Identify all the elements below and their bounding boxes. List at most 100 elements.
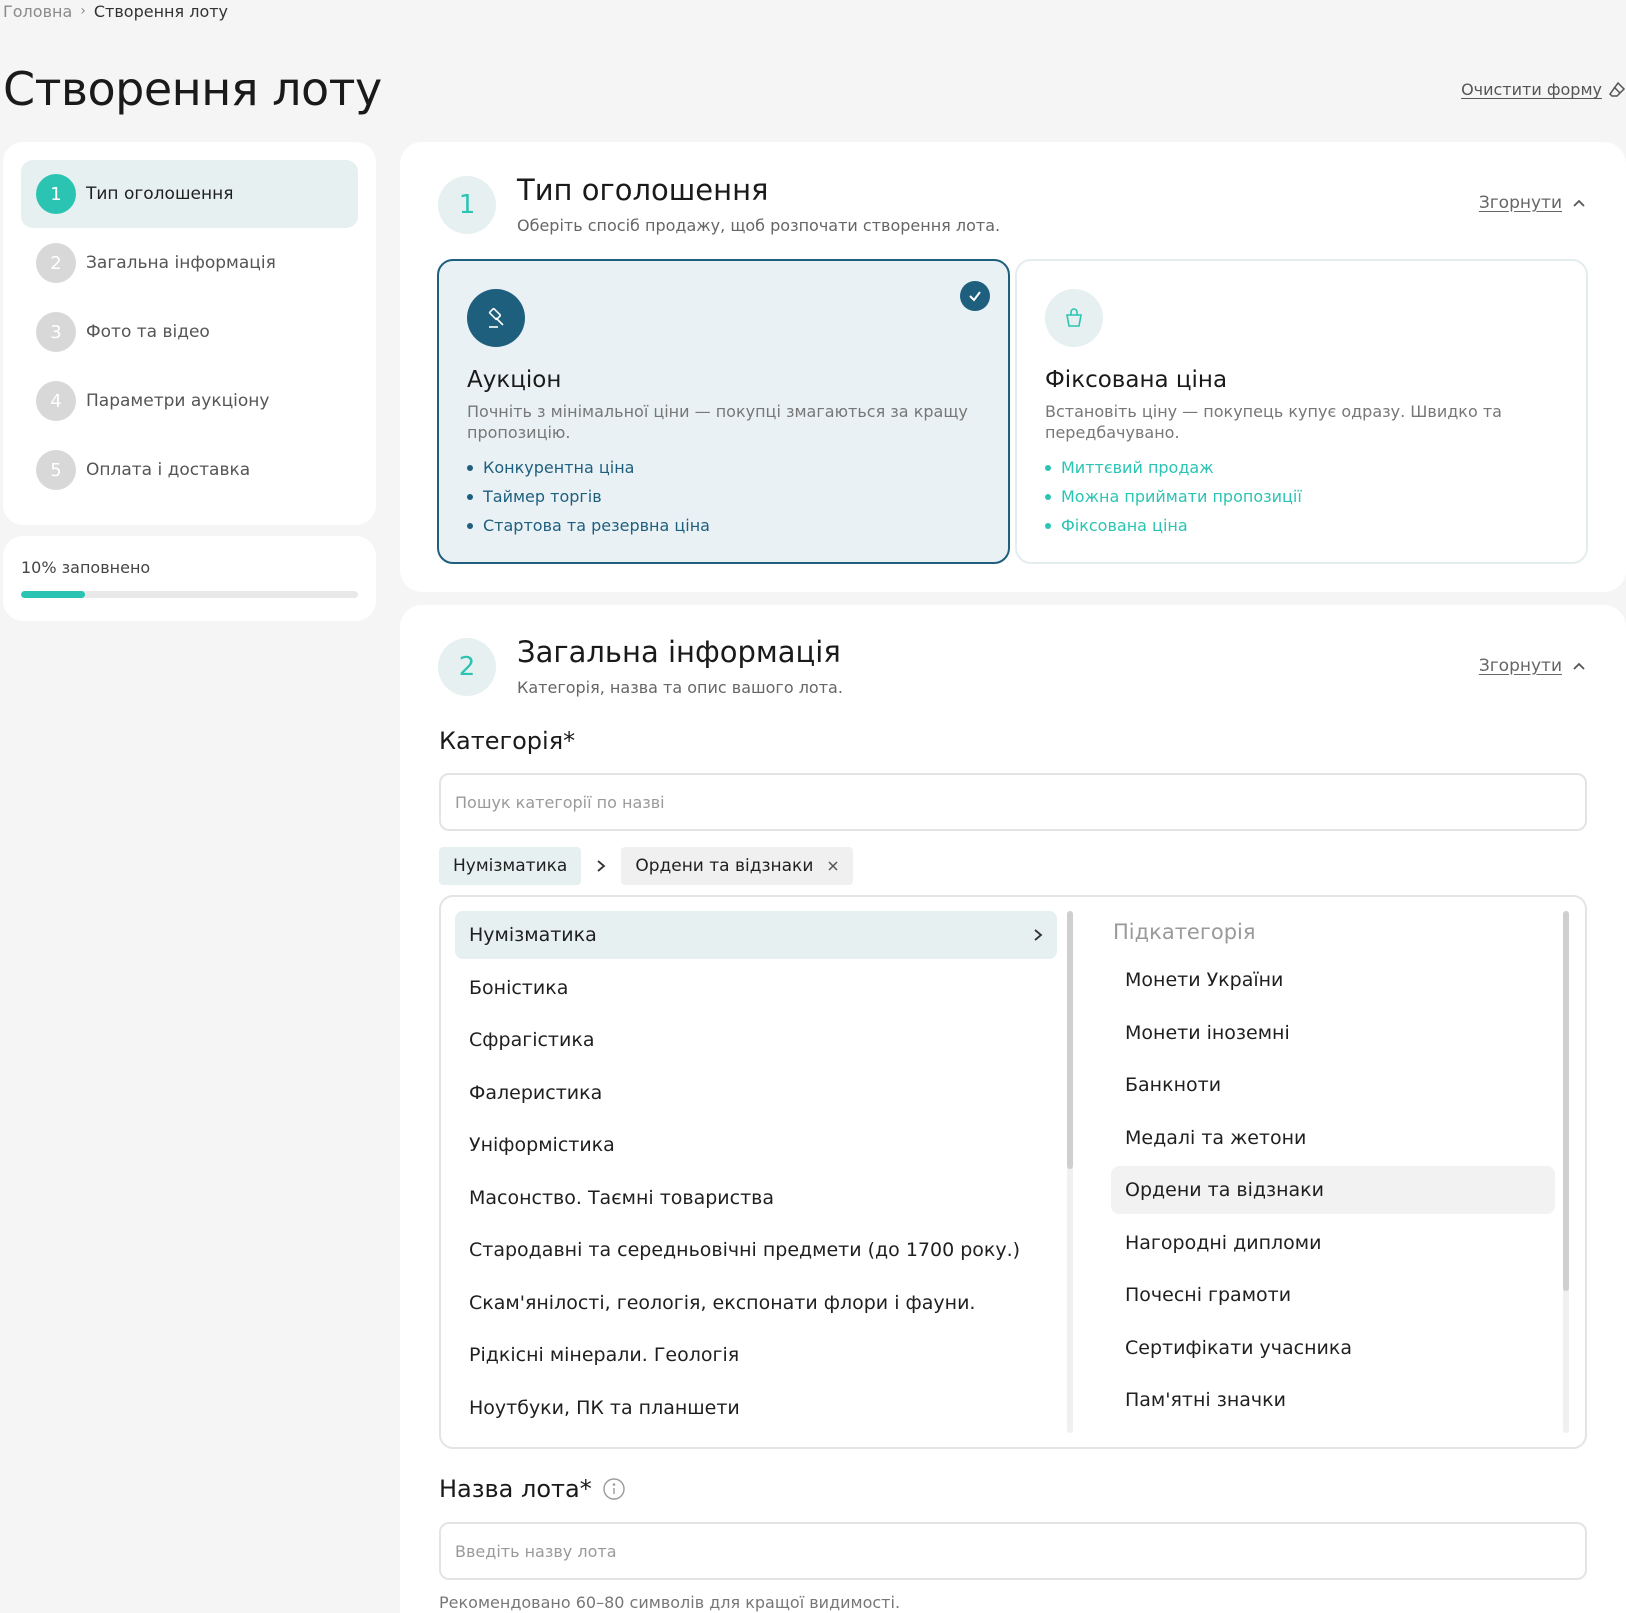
category-list: Нумізматика Боністика Сфрагістика Фалери… — [455, 911, 1057, 1436]
clear-form-button[interactable]: Очистити форму — [1461, 80, 1626, 99]
lot-name-hint: Рекомендовано 60–80 символів для кращої … — [439, 1593, 901, 1612]
steps-nav: 1 Тип оголошення 2 Загальна інформація 3… — [3, 142, 376, 525]
collapse-label: Згорнути — [1478, 193, 1562, 213]
step-item-payment[interactable]: 5 Оплата і доставка — [21, 436, 358, 504]
step-label: Фото та відео — [86, 322, 210, 342]
fixed-price-type-card[interactable]: Фіксована ціна Встановіть ціну — покупец… — [1015, 259, 1588, 564]
subcategory-item-orders[interactable]: Ордени та відзнаки — [1111, 1166, 1555, 1214]
feature-item: Конкурентна ціна — [467, 453, 980, 482]
section-title: Загальна інформація — [517, 635, 841, 669]
chip-label: Нумізматика — [453, 856, 568, 876]
clear-form-label: Очистити форму — [1461, 80, 1602, 99]
feature-item: Миттєвий продаж — [1045, 453, 1558, 482]
section-subtitle: Категорія, назва та опис вашого лота. — [517, 678, 843, 697]
gavel-icon — [467, 289, 525, 347]
category-item[interactable]: Сфрагістика — [455, 1016, 1057, 1064]
step-number: 2 — [36, 243, 76, 283]
category-item[interactable]: Скам'янілості, геологія, експонати флори… — [455, 1279, 1057, 1327]
lot-name-field[interactable] — [455, 1541, 1585, 1561]
feature-item: Фіксована ціна — [1045, 511, 1558, 540]
collapse-button[interactable]: Згорнути — [1479, 193, 1586, 213]
step-label: Тип оголошення — [86, 184, 234, 204]
fixed-price-features: Миттєвий продаж Можна приймати пропозиці… — [1045, 453, 1558, 540]
progress-fill — [21, 591, 86, 598]
subcategory-item[interactable]: Монети України — [1111, 956, 1555, 1004]
category-item-label: Скам'янілості, геологія, експонати флори… — [469, 1291, 976, 1314]
subcategory-item[interactable]: Сертифікати учасника — [1111, 1324, 1555, 1372]
subcategory-item[interactable]: Монети іноземні — [1111, 1009, 1555, 1057]
feature-item: Таймер торгів — [467, 482, 980, 511]
subcategory-item-label: Монети України — [1125, 969, 1284, 991]
subcategory-item-label: Сертифікати учасника — [1125, 1336, 1352, 1359]
category-chip[interactable]: Нумізматика — [439, 847, 582, 885]
step-label: Оплата і доставка — [86, 460, 251, 480]
category-item[interactable]: Рідкісні мінерали. Геологія — [455, 1331, 1057, 1379]
subcategory-item-label: Ордени та відзнаки — [1125, 1179, 1325, 1201]
step-number: 4 — [36, 381, 76, 421]
subcategory-item-label: Нагородні дипломи — [1125, 1231, 1322, 1254]
category-item[interactable]: Уніформістика — [455, 1121, 1057, 1169]
section-listing-type: 1 Тип оголошення Оберіть спосіб продажу,… — [400, 142, 1626, 592]
breadcrumb-home-link[interactable]: Головна — [3, 2, 72, 21]
category-item[interactable]: Стародавні та середньовічні предмети (до… — [455, 1226, 1057, 1274]
subcategory-item-label: Пам'ятні значки — [1125, 1389, 1286, 1411]
page-title: Створення лоту — [3, 62, 382, 116]
feature-item: Можна приймати пропозиції — [1045, 482, 1558, 511]
subcategory-item-label: Монети іноземні — [1125, 1021, 1290, 1044]
category-item[interactable]: Ноутбуки, ПК та планшети — [455, 1384, 1057, 1432]
category-item-label: Сфрагістика — [469, 1029, 595, 1051]
section-general-info: 2 Загальна інформація Категорія, назва т… — [400, 605, 1626, 1613]
category-item-numismatics[interactable]: Нумізматика — [455, 911, 1057, 959]
category-item-label: Нумізматика — [469, 924, 597, 946]
check-icon — [960, 281, 990, 311]
section-title: Тип оголошення — [517, 173, 769, 207]
category-item[interactable]: Боністика — [455, 964, 1057, 1012]
category-item[interactable]: Масонство. Таємні товариства — [455, 1174, 1057, 1222]
shopping-bag-icon — [1045, 289, 1103, 347]
step-number: 3 — [36, 312, 76, 352]
scrollbar-thumb[interactable] — [1563, 911, 1569, 1291]
subcategory-scrollbar[interactable] — [1563, 911, 1569, 1433]
auction-type-card[interactable]: Аукціон Почніть з мінімальної ціни — пок… — [437, 259, 1010, 564]
scrollbar-thumb[interactable] — [1067, 911, 1073, 1169]
chevron-right-icon — [597, 860, 606, 872]
close-icon[interactable] — [827, 860, 839, 872]
category-item-label: Фалеристика — [469, 1081, 603, 1104]
subcategory-list: Підкатегорія Монети України Монети інозе… — [1111, 908, 1555, 1429]
auction-features: Конкурентна ціна Таймер торгів Стартова … — [467, 453, 980, 540]
step-item-auction-params[interactable]: 4 Параметри аукціону — [21, 367, 358, 435]
section-number: 1 — [438, 176, 496, 234]
auction-title: Аукціон — [467, 367, 562, 393]
subcategory-item[interactable]: Пам'ятні значки — [1111, 1376, 1555, 1424]
subcategory-item[interactable]: Почесні грамоти — [1111, 1271, 1555, 1319]
step-number: 1 — [36, 174, 76, 214]
category-item-label: Боністика — [469, 976, 569, 999]
step-item-media[interactable]: 3 Фото та відео — [21, 298, 358, 366]
step-item-general[interactable]: 2 Загальна інформація — [21, 229, 358, 297]
subcategory-chip[interactable]: Ордени та відзнаки — [621, 847, 854, 885]
progress-card: 10% заповнено — [3, 536, 376, 621]
auction-description: Почніть з мінімальної ціни — покупці зма… — [467, 402, 968, 442]
chevron-right-icon — [1034, 929, 1043, 941]
info-icon[interactable] — [602, 1477, 626, 1501]
category-item[interactable]: Фалеристика — [455, 1069, 1057, 1117]
subcategory-heading: Підкатегорія — [1113, 920, 1256, 944]
section-subtitle: Оберіть спосіб продажу, щоб розпочати ст… — [517, 216, 1001, 235]
breadcrumb-current: Створення лоту — [93, 1, 229, 21]
lot-name-input[interactable] — [439, 1522, 1587, 1580]
category-scrollbar[interactable] — [1067, 911, 1073, 1433]
subcategory-item[interactable]: Нагородні дипломи — [1111, 1219, 1555, 1267]
category-search-field[interactable] — [455, 792, 1585, 812]
collapse-button[interactable]: Згорнути — [1479, 656, 1586, 676]
category-search-input[interactable] — [439, 773, 1587, 831]
fixed-price-title: Фіксована ціна — [1045, 367, 1228, 393]
step-item-type[interactable]: 1 Тип оголошення — [21, 160, 358, 228]
subcategory-item-label: Почесні грамоти — [1125, 1284, 1292, 1306]
subcategory-item[interactable]: Банкноти — [1111, 1061, 1555, 1109]
eraser-icon — [1609, 81, 1626, 97]
category-picker: Нумізматика Боністика Сфрагістика Фалери… — [439, 895, 1587, 1449]
category-item-label: Рідкісні мінерали. Геологія — [469, 1344, 740, 1366]
chip-label: Ордени та відзнаки — [635, 856, 814, 876]
subcategory-item[interactable]: Медалі та жетони — [1111, 1114, 1555, 1162]
subcategory-item-label: Медалі та жетони — [1125, 1126, 1307, 1149]
